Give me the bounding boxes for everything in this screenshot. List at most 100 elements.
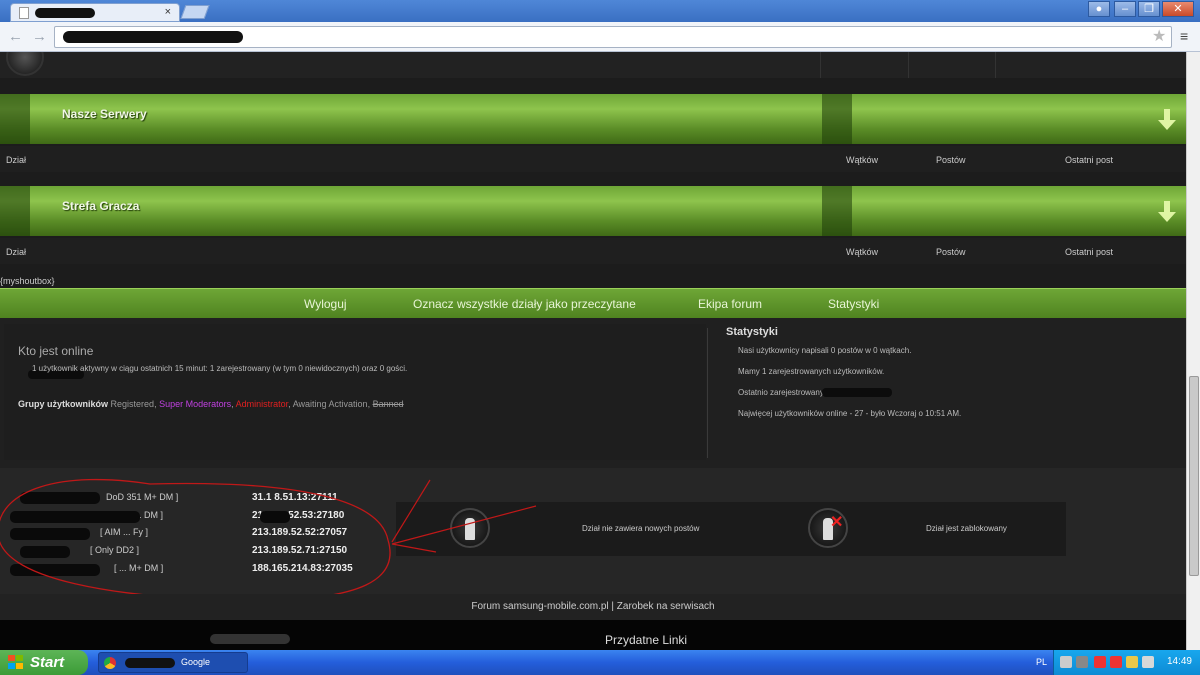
server-address[interactable]: 213.189.52.71:27150 — [252, 545, 347, 556]
col-forum: Dział — [6, 247, 27, 257]
window-titlebar: × ● – ❐ ✕ — [0, 0, 1200, 22]
useful-links-bar: Przydatne Linki — [0, 620, 1186, 650]
statistics-title: Statystyki — [726, 326, 778, 338]
start-label: Start — [30, 654, 65, 671]
shoutbox-placeholder: {myshoutbox} — [0, 276, 55, 286]
group-registered[interactable]: Registered — [111, 399, 155, 409]
browser-tab[interactable]: × — [10, 3, 180, 22]
server-row: [ AIM ... Fy ] 213.189.52.52:27057 — [10, 527, 390, 541]
category-header-servers[interactable]: Nasze Serwery — [0, 94, 1186, 144]
no-new-posts-icon — [450, 508, 490, 548]
col-posts: Postów — [936, 247, 966, 257]
server-name: [ Only DD2 ] — [90, 545, 140, 555]
category-title[interactable]: Strefa Gracza — [62, 199, 139, 213]
groups-label: Grupy użytkowników — [18, 399, 109, 409]
server-row: [ Only DD2 ] 213.189.52.71:27150 — [10, 545, 390, 559]
board-stats-panel: Kto jest online 1 użytkownik aktywny w c… — [0, 318, 1186, 468]
forum-footer[interactable]: Forum samsung-mobile.com.pl | Zarobek na… — [0, 594, 1186, 620]
taskbar-chrome-window[interactable]: Google — [98, 652, 248, 673]
redacted-url — [63, 31, 243, 43]
start-button[interactable]: Start — [0, 650, 88, 675]
page-icon — [19, 7, 29, 19]
team-link[interactable]: Ekipa forum — [698, 297, 762, 311]
forum-page: Nasze Serwery Dział Wątków Postów Ostatn… — [0, 52, 1186, 650]
restore-button[interactable]: ❐ — [1138, 1, 1160, 17]
stat-users: Mamy 1 zarejestrowanych użytkowników. — [738, 367, 885, 376]
server-name: [ ... M+ DM ] — [114, 563, 164, 573]
network-icon[interactable] — [1076, 656, 1088, 668]
redacted-newest-user — [822, 388, 892, 397]
table-header: Dział Wątków Postów Ostatni post — [0, 146, 1186, 172]
who-online-box: Kto jest online 1 użytkownik aktywny w c… — [4, 324, 706, 460]
col-last-post: Ostatni post — [1065, 155, 1114, 165]
forum-legend: Dział nie zawiera nowych postów ✕ Dział … — [396, 502, 1066, 556]
windows-flag-icon — [8, 655, 24, 670]
tray-app-icon[interactable] — [1126, 656, 1138, 668]
system-tray: 14:49 — [1053, 650, 1200, 675]
col-threads: Wątków — [846, 247, 879, 257]
tab-close-icon[interactable]: × — [165, 6, 171, 18]
close-window-button[interactable]: ✕ — [1162, 1, 1194, 17]
group-administrator[interactable]: Administrator — [236, 399, 289, 409]
address-bar[interactable] — [54, 26, 1172, 48]
previous-row — [0, 52, 1186, 78]
server-name: DoD 351 M+ DM ] — [106, 492, 179, 502]
redacted-tab-title — [35, 8, 95, 18]
server-row: DoD 1 ... DM ] 213.15 .52.53:27180 — [10, 510, 390, 524]
new-tab-button[interactable] — [180, 5, 210, 19]
locked-forum-icon: ✕ — [808, 508, 848, 548]
security-icon[interactable] — [1094, 656, 1106, 668]
chrome-icon — [104, 657, 116, 669]
mark-read-link[interactable]: Oznacz wszystkie działy jako przeczytane — [413, 297, 636, 311]
who-online-line: 1 użytkownik aktywny w ciągu ostatnich 1… — [32, 364, 408, 373]
taskbar-item-label: Google — [181, 657, 211, 667]
browser-toolbar: ← → ★ ≡ — [0, 22, 1200, 52]
windows-taskbar: Start Google PL 14:49 — [0, 650, 1200, 675]
stat-newest: Ostatnio zarejestrowany: — [738, 388, 827, 397]
server-address[interactable]: 213.189.52.52:27057 — [252, 527, 347, 538]
user-groups: Grupy użytkowników Registered, Super Mod… — [18, 399, 404, 409]
scrollbar-thumb[interactable] — [1189, 376, 1199, 576]
user-profile-button[interactable]: ● — [1088, 1, 1110, 17]
server-row: [ ... M+ DM ] 188.165.214.83:27035 — [10, 563, 390, 577]
who-online-title: Kto jest online — [18, 344, 94, 358]
statistics-box: Statystyki Nasi użytkownicy napisali 0 p… — [726, 326, 1166, 418]
alert-icon[interactable] — [1110, 656, 1122, 668]
category-header-player-zone[interactable]: Strefa Gracza — [0, 186, 1186, 236]
col-posts: Postów — [936, 155, 966, 165]
useful-links-title: Przydatne Linki — [605, 633, 688, 647]
collapse-arrow-icon[interactable] — [1158, 109, 1176, 131]
table-header: Dział Wątków Postów Ostatni post — [0, 238, 1186, 264]
server-address[interactable]: 31.1 8.51.13:27111 — [252, 492, 338, 503]
col-threads: Wątków — [846, 155, 879, 165]
locked-forum-label: Dział jest zablokowany — [926, 524, 1007, 533]
language-indicator[interactable]: PL — [1036, 657, 1047, 667]
server-list: DoD 351 M+ DM ] 31.1 8.51.13:27111 DoD 1… — [0, 492, 400, 602]
clock[interactable]: 14:49 — [1167, 656, 1192, 667]
group-awaiting[interactable]: Awaiting Activation — [293, 399, 368, 409]
server-address[interactable]: 188.165.214.83:27035 — [252, 563, 353, 574]
forward-icon[interactable]: → — [32, 28, 47, 45]
logout-link[interactable]: Wyloguj — [304, 297, 347, 311]
col-last-post: Ostatni post — [1065, 247, 1114, 257]
menu-icon[interactable]: ≡ — [1180, 28, 1188, 44]
group-super-moderators[interactable]: Super Moderators — [159, 399, 231, 409]
forum-navbar: Wyloguj Oznacz wszystkie działy jako prz… — [0, 288, 1186, 318]
bookmark-star-icon[interactable]: ★ — [1152, 26, 1166, 46]
stats-link[interactable]: Statystyki — [828, 297, 879, 311]
volume-icon[interactable] — [1142, 656, 1154, 668]
category-title[interactable]: Nasze Serwery — [62, 107, 147, 121]
redacted-text — [210, 634, 290, 644]
forum-status-icon — [6, 52, 44, 76]
col-forum: Dział — [6, 155, 27, 165]
keyboard-icon[interactable] — [1060, 656, 1072, 668]
group-banned[interactable]: Banned — [373, 399, 404, 409]
no-new-posts-label: Dział nie zawiera nowych postów — [582, 524, 700, 533]
page-scrollbar[interactable] — [1186, 52, 1200, 650]
stat-record: Najwięcej użytkowników online - 27 - był… — [738, 409, 962, 418]
collapse-arrow-icon[interactable] — [1158, 201, 1176, 223]
minimize-button[interactable]: – — [1114, 1, 1136, 17]
redacted-window-title — [125, 658, 175, 668]
back-icon[interactable]: ← — [8, 28, 23, 45]
stat-posts: Nasi użytkownicy napisali 0 postów w 0 w… — [738, 346, 912, 355]
